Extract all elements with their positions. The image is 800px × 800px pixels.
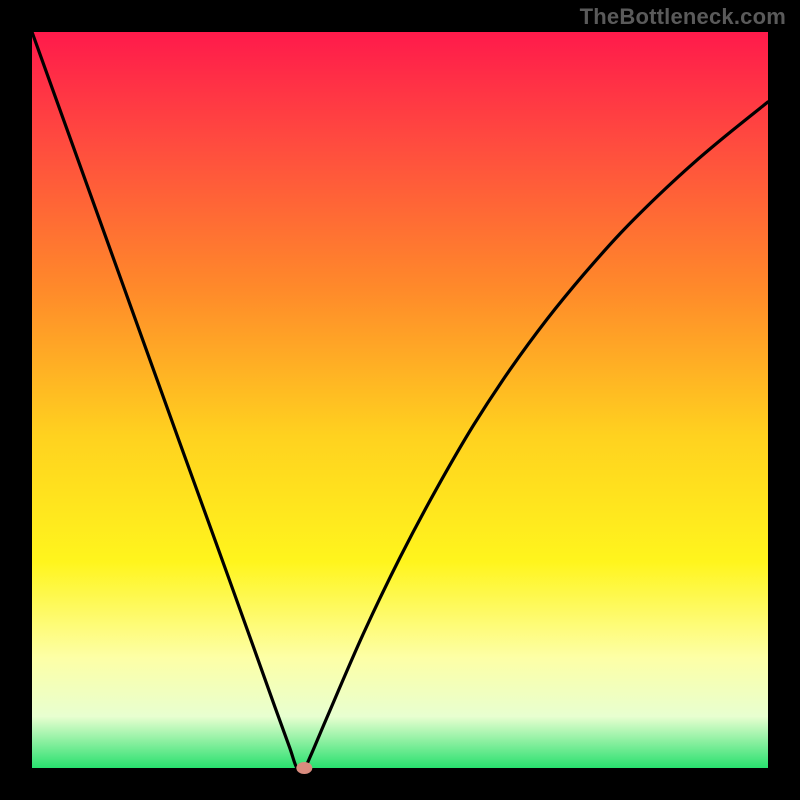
bottleneck-chart: [0, 0, 800, 800]
optimal-point-marker: [296, 762, 312, 774]
chart-frame: TheBottleneck.com: [0, 0, 800, 800]
plot-background: [32, 32, 768, 768]
